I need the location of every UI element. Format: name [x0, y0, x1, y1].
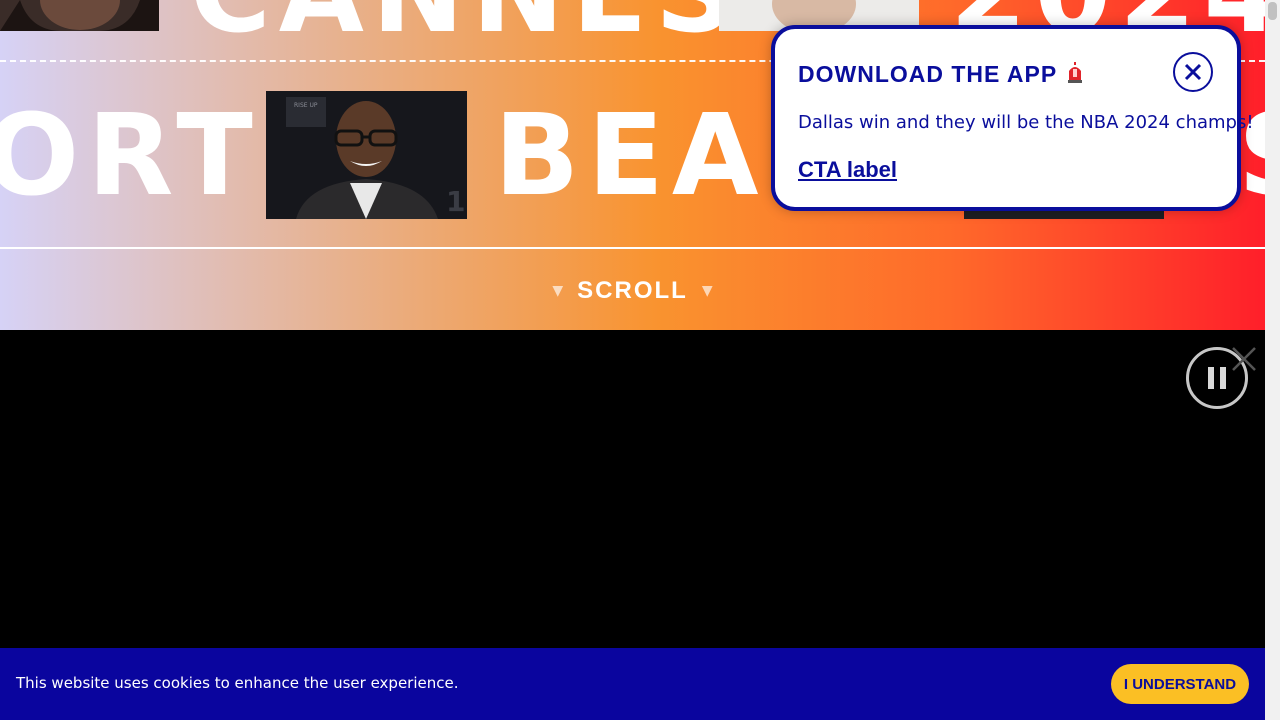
photo-woman — [0, 0, 159, 31]
pause-icon-bar — [1220, 367, 1226, 389]
scroll-label: SCROLL — [577, 277, 688, 304]
popup-body: Dallas win and they will be the NBA 2024… — [798, 112, 1254, 133]
marquee-word-ort: ORT — [0, 91, 261, 221]
siren-icon — [1065, 61, 1085, 88]
video-player[interactable] — [0, 330, 1265, 648]
download-app-popup: DOWNLOAD THE APP Dallas win and they wil… — [771, 25, 1254, 211]
scroll-indicator[interactable]: ▼ SCROLL ▼ — [0, 276, 1265, 306]
arrow-down-icon: ▼ — [701, 283, 713, 299]
svg-text:RISE UP: RISE UP — [294, 102, 318, 109]
cookie-accept-button[interactable]: I UNDERSTAND — [1111, 664, 1249, 704]
solid-divider — [0, 247, 1265, 249]
svg-text:1: 1 — [446, 185, 465, 218]
popup-title-text: DOWNLOAD THE APP — [798, 61, 1058, 87]
video-close-button[interactable] — [1229, 344, 1259, 374]
cookie-text: This website uses cookies to enhance the… — [16, 674, 459, 692]
arrow-down-icon: ▼ — [552, 283, 564, 299]
cookie-banner: This website uses cookies to enhance the… — [0, 648, 1265, 720]
popup-close-button[interactable] — [1173, 52, 1213, 92]
popup-cta-link[interactable]: CTA label — [798, 157, 897, 183]
popup-title: DOWNLOAD THE APP — [798, 61, 1085, 88]
scrollbar-track[interactable] — [1265, 0, 1280, 720]
marquee-word-top: CANNES — [190, 0, 742, 48]
scrollbar-thumb[interactable] — [1268, 2, 1277, 20]
pause-icon — [1208, 367, 1214, 389]
photo-man-smiling: RISE UP 1 — [266, 91, 467, 219]
close-icon — [1184, 63, 1202, 81]
close-icon — [1232, 347, 1256, 371]
